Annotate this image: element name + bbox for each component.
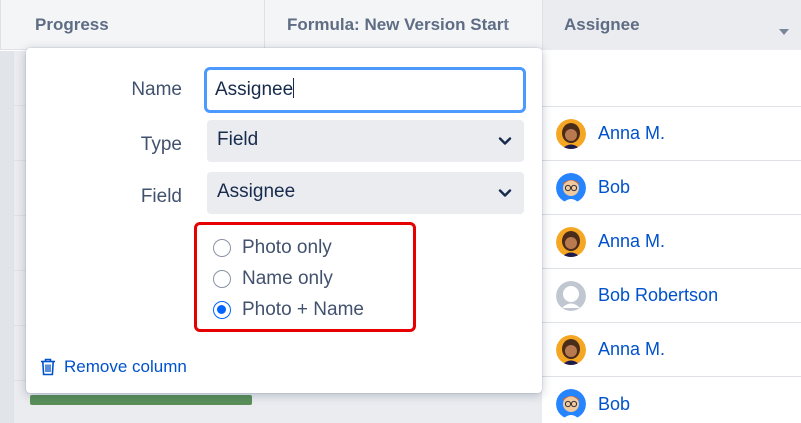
remove-column-label: Remove column (64, 357, 187, 376)
assignee-name[interactable]: Bob (598, 394, 630, 415)
table-row[interactable]: Bob (542, 377, 801, 423)
name-label: Name (131, 79, 182, 100)
radio-photo-name[interactable]: Photo + Name (213, 294, 413, 325)
field-label: Field (140, 186, 182, 207)
table-row[interactable]: Anna M. (542, 323, 801, 377)
assignee-name[interactable]: Anna M. (598, 231, 665, 252)
assignee-column: Anna M. Bob Anna M. Bob Robertson Anna M… (542, 51, 801, 423)
assignee-name[interactable]: Anna M. (598, 339, 665, 360)
table-row[interactable]: Bob Robertson (542, 269, 801, 323)
chevron-down-icon (498, 189, 512, 197)
avatar-default-icon (556, 280, 586, 311)
chevron-down-icon (498, 137, 512, 145)
type-select-value: Field (217, 129, 259, 150)
trash-icon (41, 358, 55, 376)
table-row[interactable]: Anna M. (542, 215, 801, 269)
type-label: Type (140, 134, 182, 155)
field-select[interactable]: Assignee (207, 172, 524, 214)
type-select[interactable]: Field (207, 120, 524, 162)
radio-photo-only[interactable]: Photo only (213, 232, 413, 263)
assignee-name[interactable]: Bob (598, 177, 630, 198)
radio-circle-icon[interactable] (213, 238, 231, 257)
avatar-anna-icon (556, 118, 586, 149)
column-header-formula-label: Formula: New Version Start (287, 15, 509, 34)
column-name-input[interactable]: Assignee (204, 67, 526, 113)
assignee-name[interactable]: Anna M. (598, 123, 665, 144)
radio-label: Photo + Name (242, 298, 364, 320)
field-select-value: Assignee (217, 181, 296, 202)
avatar-anna-icon (556, 334, 586, 365)
row-gutter (0, 51, 14, 423)
radio-name-only[interactable]: Name only (213, 263, 413, 294)
progress-bar (30, 395, 252, 405)
avatar-bob-icon (556, 389, 586, 419)
avatar-anna-icon (556, 226, 586, 257)
remove-column-link[interactable]: Remove column (40, 357, 187, 377)
radio-selected-icon[interactable] (213, 300, 231, 319)
table-row[interactable] (542, 51, 801, 107)
dropdown-caret-icon[interactable] (779, 29, 789, 35)
table-row[interactable]: Anna M. (542, 107, 801, 161)
radio-circle-icon[interactable] (213, 269, 231, 288)
radio-label: Name only (242, 267, 333, 289)
assignee-name[interactable]: Bob Robertson (598, 285, 718, 306)
avatar-bob-icon (556, 172, 586, 203)
column-header-assignee-label: Assignee (564, 15, 640, 34)
column-header-formula[interactable]: Formula: New Version Start (264, 0, 542, 50)
text-cursor (293, 78, 295, 98)
table-header: Progress Formula: New Version Start Assi… (0, 0, 801, 50)
column-settings-popup: Name Assignee Type Field Field Assignee … (26, 48, 542, 393)
column-header-progress-label: Progress (35, 15, 109, 34)
column-header-progress[interactable]: Progress (0, 0, 264, 50)
column-header-assignee[interactable]: Assignee (542, 0, 801, 50)
display-options-group: Photo only Name only Photo + Name (194, 222, 416, 332)
table-row[interactable]: Bob (542, 161, 801, 215)
column-name-value: Assignee (215, 79, 294, 100)
radio-label: Photo only (242, 236, 332, 258)
